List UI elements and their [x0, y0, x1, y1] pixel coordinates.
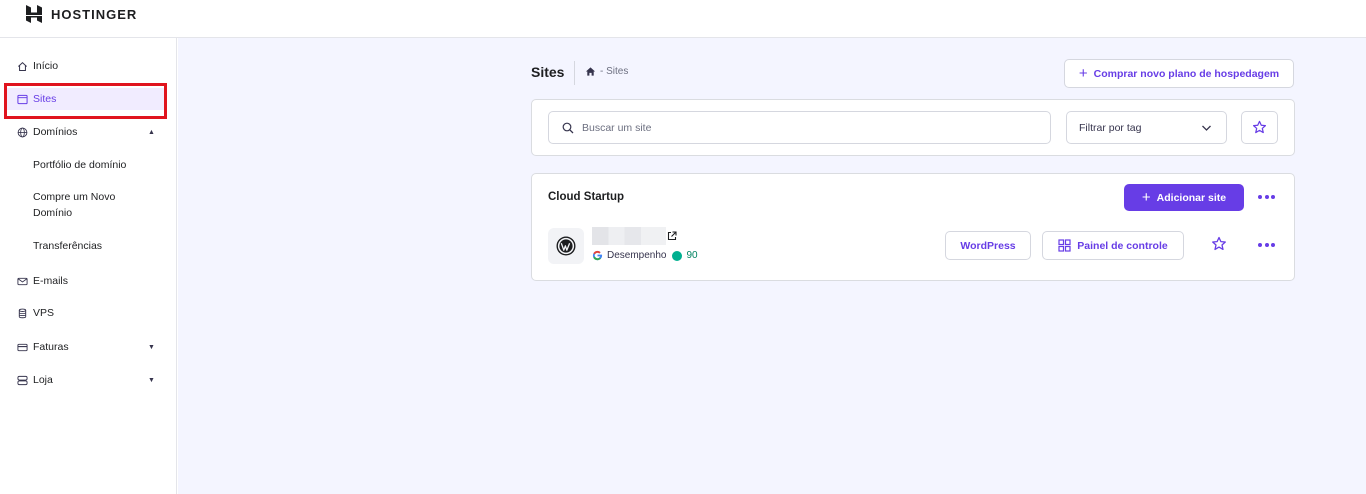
home-icon [16, 60, 28, 72]
favorites-filter-button[interactable] [1241, 111, 1278, 144]
plan-more-options-icon[interactable] [1258, 195, 1275, 199]
sidebar-item-label: Loja [33, 374, 53, 386]
top-bar: HOSTINGER [0, 0, 1366, 38]
search-icon [562, 122, 574, 134]
sidebar-item-sites[interactable]: Sites [6, 88, 166, 110]
search-input[interactable]: Buscar um site [548, 111, 1051, 144]
sidebar-item-inicio[interactable]: Início [0, 56, 177, 76]
plus-icon: + [1141, 188, 1151, 206]
home-breadcrumb-icon[interactable] [585, 66, 596, 77]
breadcrumb-current: - Sites [600, 66, 629, 77]
page-title: Sites [531, 64, 565, 80]
store-icon [16, 374, 28, 386]
plus-icon: + [1078, 64, 1088, 82]
control-panel-button[interactable]: Painel de controle [1042, 231, 1184, 260]
chevron-down-icon [1202, 125, 1211, 131]
tag-filter-select[interactable]: Filtrar por tag [1066, 111, 1227, 144]
performance-label: Desempenho [607, 250, 667, 261]
billing-icon [16, 341, 28, 353]
sidebar-item-faturas[interactable]: Faturas ▼ [0, 337, 177, 357]
title-divider [574, 61, 575, 85]
chevron-up-icon: ▲ [148, 128, 155, 136]
wordpress-button-label: WordPress [960, 239, 1016, 252]
site-more-options-icon[interactable] [1258, 243, 1275, 247]
site-domain-redacted[interactable] [592, 227, 666, 245]
mail-icon [16, 275, 28, 287]
sidebar-item-label: VPS [33, 307, 55, 319]
dashboard-icon [1058, 239, 1071, 252]
control-panel-label: Painel de controle [1077, 239, 1168, 252]
server-icon [16, 307, 28, 319]
external-link-icon[interactable] [667, 231, 677, 241]
google-icon [592, 250, 603, 261]
wordpress-button[interactable]: WordPress [945, 231, 1031, 260]
sidebar-item-label: E-mails [33, 275, 69, 287]
sidebar-item-label: Início [33, 60, 59, 72]
plan-name: Cloud Startup [548, 191, 625, 203]
logo[interactable]: HOSTINGER [24, 4, 137, 24]
performance-score: 90 [686, 250, 698, 261]
breadcrumb: - Sites [585, 66, 628, 77]
sidebar-item-dominios[interactable]: Domínios ▲ [0, 122, 177, 142]
buy-hosting-plan-label: Comprar novo plano de hospedagem [1093, 67, 1280, 80]
buy-hosting-plan-button[interactable]: + Comprar novo plano de hospedagem [1064, 59, 1294, 88]
sidebar-item-label: Domínios [33, 126, 78, 138]
wordpress-logo-icon [548, 228, 584, 264]
sidebar-item-label: Sites [33, 93, 57, 105]
sites-icon [16, 93, 28, 105]
globe-icon [16, 126, 28, 138]
add-site-label: Adicionar site [1156, 191, 1227, 204]
favorite-site-star-icon[interactable] [1211, 236, 1227, 252]
hostinger-logo-icon [26, 5, 42, 23]
sidebar-item-loja[interactable]: Loja ▼ [0, 370, 177, 390]
sidebar-subitem-transfers[interactable]: Transferências [33, 238, 163, 254]
sidebar-item-label: Faturas [33, 341, 69, 353]
score-status-dot [672, 250, 683, 261]
chevron-down-icon: ▼ [148, 343, 155, 351]
search-placeholder: Buscar um site [582, 121, 652, 134]
star-icon [1252, 120, 1267, 134]
sidebar-item-emails[interactable]: E-mails [0, 271, 177, 291]
tag-filter-value: Filtrar por tag [1079, 122, 1142, 134]
add-site-button[interactable]: + Adicionar site [1124, 184, 1244, 211]
brand-name: HOSTINGER [51, 6, 138, 22]
performance-indicator: Desempenho 90 [592, 250, 698, 261]
sidebar-subitem-buy-domain[interactable]: Compre um Novo Domínio [33, 189, 133, 221]
sidebar-subitem-portfolio[interactable]: Portfólio de domínio [33, 157, 163, 173]
sidebar-item-vps[interactable]: VPS [0, 303, 177, 323]
chevron-down-icon: ▼ [148, 376, 155, 384]
